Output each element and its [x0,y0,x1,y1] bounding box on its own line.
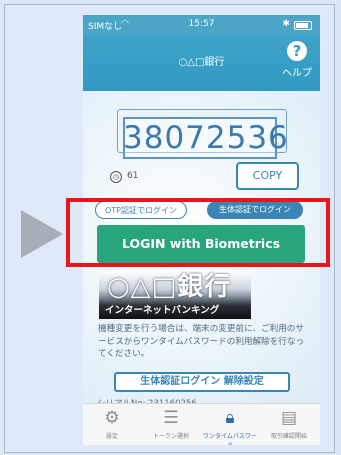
gear-icon: ⚙ [104,408,120,428]
copy-button[interactable]: COPY [236,162,299,190]
banner-logo: ○△□銀行 [107,272,232,302]
internet-banking-banner[interactable]: ○△□銀行 インターネットバンキング [99,271,251,319]
highlight-box [66,198,330,267]
disable-biometric-button[interactable]: 生体認証ログイン 解除設定 [114,372,290,392]
lock-icon: 🔒︎ [225,408,235,428]
help-icon[interactable]: ? [287,41,307,61]
nav-bar: ○△□銀行 ? ヘルプ [83,35,320,91]
tab-one-time-password[interactable]: 🔒︎ ワンタイムパスワード [201,404,259,445]
battery-icon [294,21,312,30]
list-icon: ☰ [163,408,179,428]
tab-settings[interactable]: ⚙ 設定 [83,404,141,445]
clock-icon: ◷ [110,171,122,183]
tab-transaction-confirm[interactable]: ▤ 取引確認開始 [260,404,318,445]
bottom-tab-bar: ⚙ 設定 ☰ トークン選択 🔒︎ ワンタイムパスワード ▤ 取引確認開始 [83,403,320,445]
help-label[interactable]: ヘルプ [282,64,312,79]
tab-label: トークン選択 [152,433,189,440]
banner-subtitle: インターネットバンキング [105,305,220,316]
tab-label: 設定 [105,433,118,440]
tab-token-select[interactable]: ☰ トークン選択 [142,404,200,445]
document-icon: ▤ [280,408,298,428]
tab-label: 取引確認開始 [270,433,307,440]
pointer-arrow-icon [21,210,63,258]
timer-value: 61 [127,171,139,181]
bluetooth-icon: ✱ [282,19,290,29]
status-bar: SIMなし ◠ 15:57 ✱ [83,15,320,35]
tab-label: ワンタイムパスワード [203,433,257,445]
one-time-password: 38072536 [123,120,289,156]
device-change-note: 機種変更を行う場合は、端末の変更前に、ご利用のサービスからワンタイムパスワードの… [98,324,305,359]
